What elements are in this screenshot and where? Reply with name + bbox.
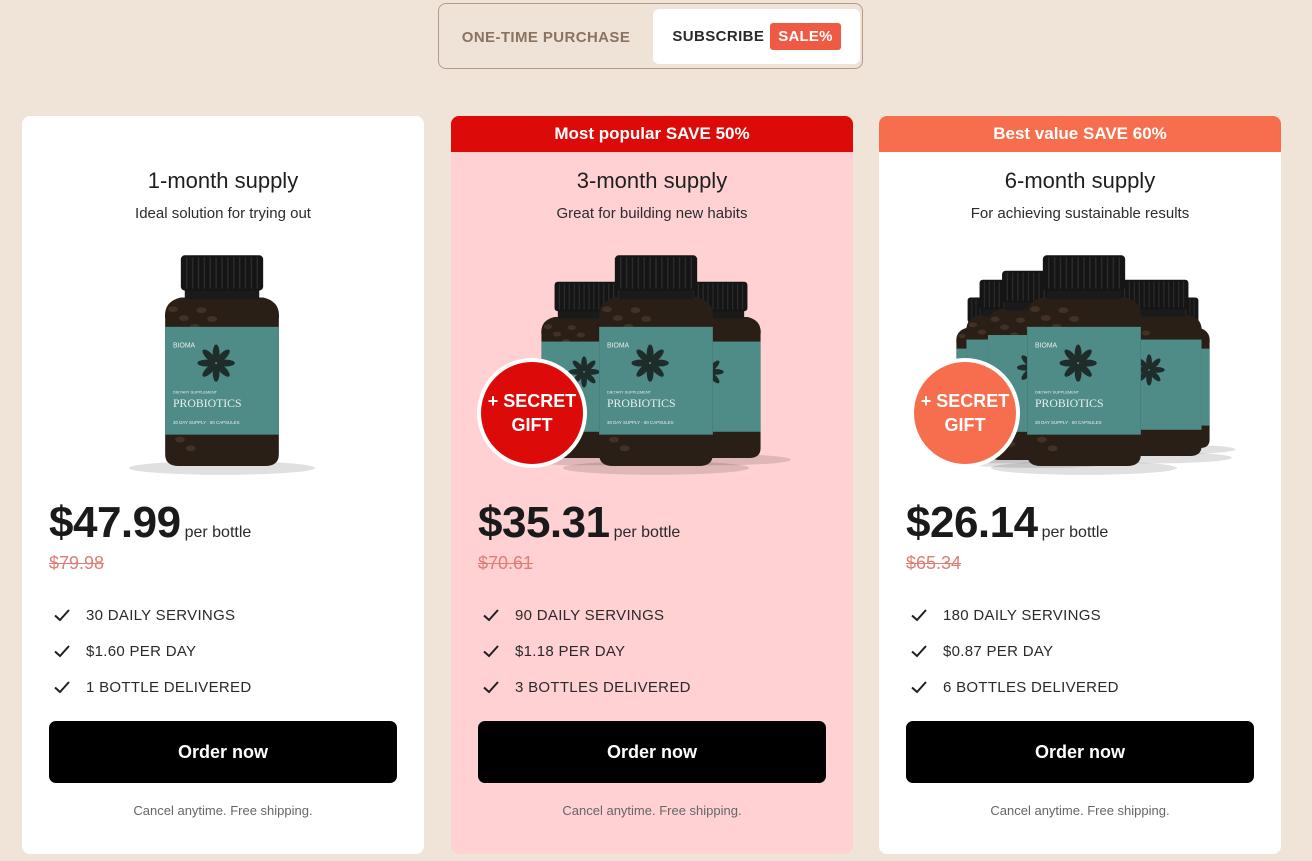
feature-label: $1.60 PER DAY <box>86 642 197 660</box>
check-icon <box>911 609 927 622</box>
one-time-purchase-label: ONE-TIME PURCHASE <box>461 28 631 46</box>
price-row: $47.99 per bottle <box>49 498 251 548</box>
one-time-purchase-option[interactable]: ONE-TIME PURCHASE <box>439 4 653 70</box>
feature-item: 1 BOTTLE DELIVERED <box>52 669 251 705</box>
feature-label: $0.87 PER DAY <box>943 642 1054 660</box>
old-price: $70.61 <box>478 553 534 573</box>
order-now-button[interactable]: Order now <box>478 721 826 783</box>
price: $47.99 <box>49 498 181 547</box>
check-icon <box>911 681 927 694</box>
feature-list: 30 DAILY SERVINGS $1.60 PER DAY 1 BOTTLE… <box>52 597 251 705</box>
plan-subtitle: Ideal solution for trying out <box>135 205 311 222</box>
plan-title: 3-month supply <box>576 168 728 193</box>
bottle: BIOMA DIETARY SUPPLEMENT PROBIOTICS 30 DAY … <box>128 255 316 475</box>
old-price: $65.34 <box>906 553 962 573</box>
secret-gift-badge: + SECRET GIFT <box>910 358 1020 468</box>
feature-label: $1.18 PER DAY <box>515 642 626 660</box>
plan-card-3-month: Most popular SAVE 50% 3-month supply Gre… <box>451 116 853 854</box>
svg-text:PROBIOTICS: PROBIOTICS <box>607 397 676 410</box>
purchase-type-toggle: ONE-TIME PURCHASE SUBSCRIBE SALE% <box>438 3 863 69</box>
subscribe-label: SUBSCRIBE <box>672 28 765 45</box>
plan-subtitle: Great for building new habits <box>556 205 748 222</box>
price-unit: per bottle <box>613 524 681 541</box>
feature-item: 3 BOTTLES DELIVERED <box>481 669 691 705</box>
cancel-note: Cancel anytime. Free shipping. <box>562 803 742 818</box>
check-icon <box>483 645 499 658</box>
old-price: $79.98 <box>49 553 105 573</box>
plan-subtitle: For achieving sustainable results <box>970 205 1190 222</box>
sale-badge: SALE% <box>770 23 841 50</box>
plan-title: 1-month supply <box>147 168 299 193</box>
svg-text:BIOMA: BIOMA <box>607 342 630 349</box>
most-popular-banner: Most popular SAVE 50% <box>451 116 853 152</box>
feature-label: 30 DAILY SERVINGS <box>86 606 236 624</box>
svg-text:30 DAY SUPPLY · 60 CAPSULES: 30 DAY SUPPLY · 60 CAPSULES <box>1035 420 1102 425</box>
svg-text:DIETARY SUPPLEMENT: DIETARY SUPPLEMENT <box>607 389 652 394</box>
svg-text:PROBIOTICS: PROBIOTICS <box>173 397 242 410</box>
price-row: $35.31 per bottle <box>478 498 680 548</box>
feature-label: 90 DAILY SERVINGS <box>515 606 665 624</box>
cancel-note: Cancel anytime. Free shipping. <box>133 803 313 818</box>
price: $35.31 <box>478 498 610 547</box>
svg-text:PROBIOTICS: PROBIOTICS <box>1035 397 1104 410</box>
feature-label: 180 DAILY SERVINGS <box>943 606 1101 624</box>
feature-item: 180 DAILY SERVINGS <box>909 597 1119 633</box>
feature-item: $0.87 PER DAY <box>909 633 1119 669</box>
svg-text:BIOMA: BIOMA <box>1035 342 1058 349</box>
best-value-banner: Best value SAVE 60% <box>879 116 1281 152</box>
check-icon <box>54 645 70 658</box>
svg-text:30 DAY SUPPLY · 60 CAPSULES: 30 DAY SUPPLY · 60 CAPSULES <box>173 420 240 425</box>
feature-item: 6 BOTTLES DELIVERED <box>909 669 1119 705</box>
price-unit: per bottle <box>1041 524 1109 541</box>
feature-label: 3 BOTTLES DELIVERED <box>515 678 691 696</box>
subscribe-option[interactable]: SUBSCRIBE SALE% <box>653 9 860 64</box>
feature-item: 30 DAILY SERVINGS <box>52 597 251 633</box>
feature-label: 6 BOTTLES DELIVERED <box>943 678 1119 696</box>
price: $26.14 <box>906 498 1038 547</box>
product-bottles-image: BIOMA DIETARY SUPPLEMENT PROBIOTICS 30 DAY … <box>128 255 316 475</box>
check-icon <box>911 645 927 658</box>
feature-list: 90 DAILY SERVINGS $1.18 PER DAY 3 BOTTLE… <box>481 597 691 705</box>
feature-item: 90 DAILY SERVINGS <box>481 597 691 633</box>
feature-label: 1 BOTTLE DELIVERED <box>86 678 252 696</box>
svg-text:30 DAY SUPPLY · 60 CAPSULES: 30 DAY SUPPLY · 60 CAPSULES <box>607 420 674 425</box>
check-icon <box>483 681 499 694</box>
feature-item: $1.18 PER DAY <box>481 633 691 669</box>
plan-card-6-month: Best value SAVE 60% 6-month supply For a… <box>879 116 1281 854</box>
secret-gift-badge: + SECRET GIFT <box>477 358 587 468</box>
plan-title: 6-month supply <box>1004 168 1156 193</box>
check-icon <box>483 609 499 622</box>
price-row: $26.14 per bottle <box>906 498 1108 548</box>
check-icon <box>54 609 70 622</box>
svg-text:BIOMA: BIOMA <box>173 342 196 349</box>
order-now-button[interactable]: Order now <box>906 721 1254 783</box>
price-unit: per bottle <box>184 524 252 541</box>
svg-text:DIETARY SUPPLEMENT: DIETARY SUPPLEMENT <box>1035 389 1080 394</box>
order-now-button[interactable]: Order now <box>49 721 397 783</box>
check-icon <box>54 681 70 694</box>
plan-card-1-month: 1-month supply Ideal solution for trying… <box>22 116 424 854</box>
cancel-note: Cancel anytime. Free shipping. <box>990 803 1170 818</box>
svg-text:DIETARY SUPPLEMENT: DIETARY SUPPLEMENT <box>173 389 218 394</box>
feature-list: 180 DAILY SERVINGS $0.87 PER DAY 6 BOTTL… <box>909 597 1119 705</box>
feature-item: $1.60 PER DAY <box>52 633 251 669</box>
